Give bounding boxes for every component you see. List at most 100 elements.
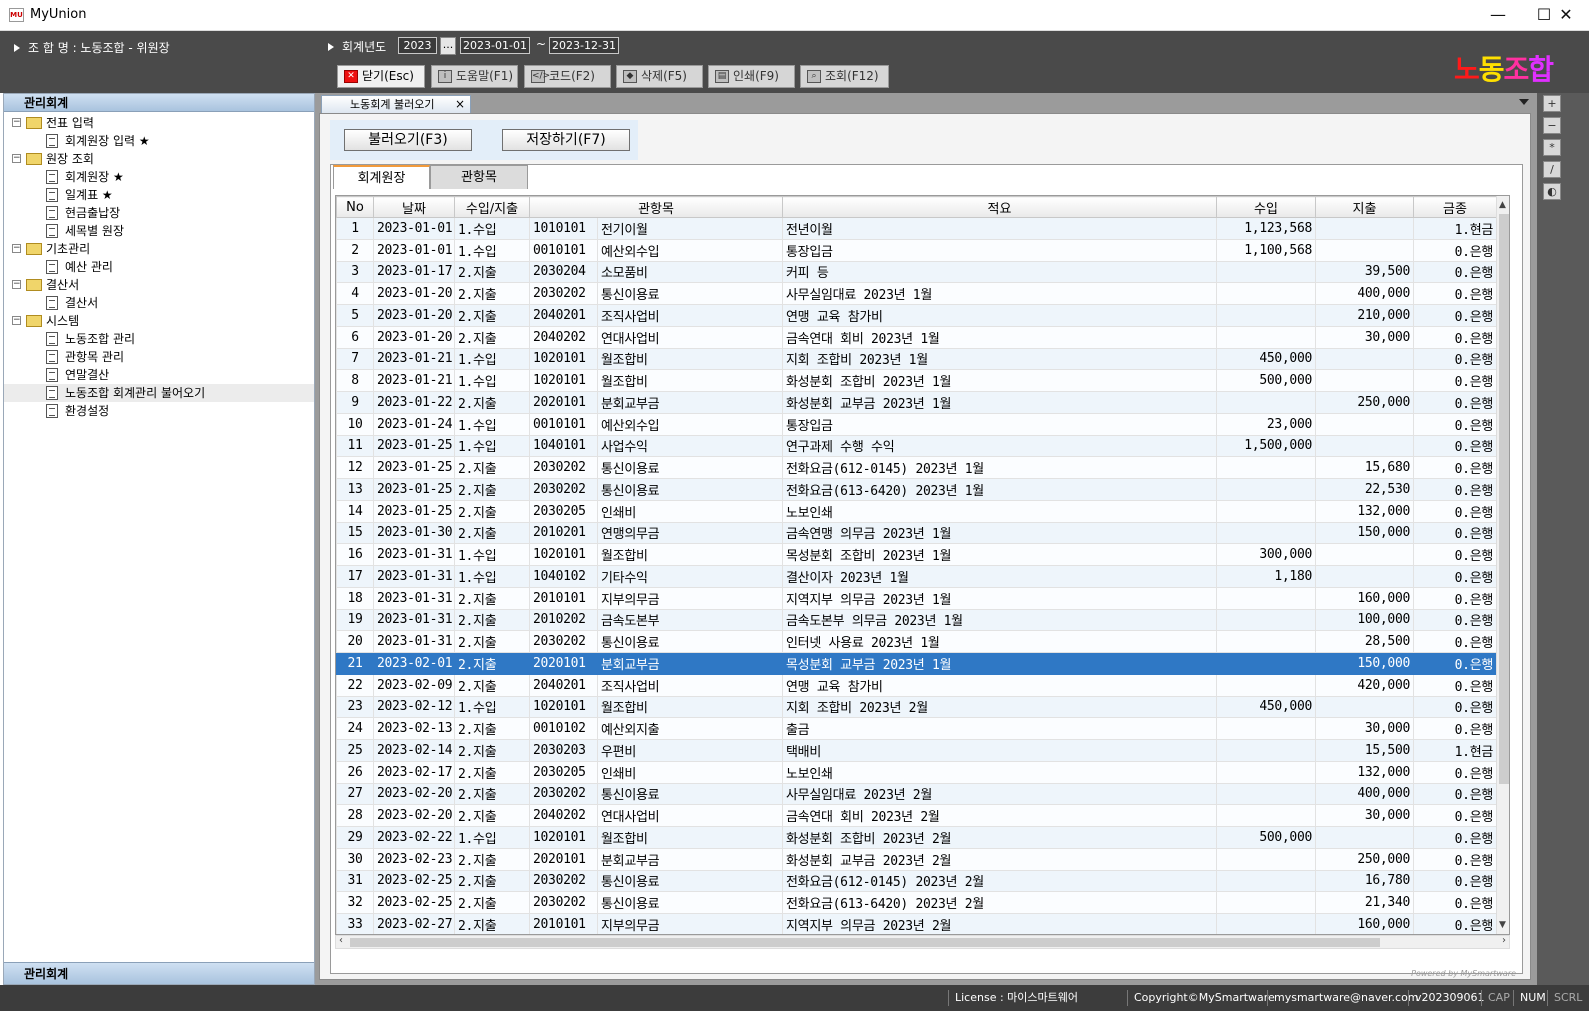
table-row[interactable]: 20 2023-01-31 2.지출 2030202 통신이용료 인터넷 사용료 2023… bbox=[336, 630, 1498, 653]
cell-income[interactable] bbox=[1216, 391, 1317, 414]
cell-type[interactable]: 2.지출 bbox=[454, 847, 530, 871]
cell-no[interactable]: 7 bbox=[336, 347, 374, 371]
cell-account-name[interactable]: 예산외수입 bbox=[596, 238, 784, 262]
cell-expense[interactable]: 132,000 bbox=[1315, 499, 1415, 523]
cell-fund[interactable]: 0.은행 bbox=[1413, 260, 1498, 284]
cell-type[interactable]: 2.지출 bbox=[454, 869, 530, 893]
collapse-icon[interactable]: − bbox=[12, 118, 21, 127]
cell-memo[interactable]: 연맹 교육 참가비 bbox=[782, 304, 1218, 327]
cell-type[interactable]: 2.지출 bbox=[454, 521, 530, 545]
cell-account-code[interactable]: 1020101 bbox=[529, 347, 598, 371]
tree-item[interactable]: 연말결산 bbox=[4, 366, 314, 384]
cell-date[interactable]: 2023-01-21 bbox=[373, 369, 455, 392]
contrast-button[interactable]: ◐ bbox=[1543, 183, 1561, 200]
cell-date[interactable]: 2023-02-20 bbox=[373, 782, 455, 806]
cell-memo[interactable]: 전화요금(613-6420) 2023년 1월 bbox=[782, 478, 1218, 501]
cell-account-code[interactable]: 0010101 bbox=[529, 238, 598, 262]
cell-income[interactable] bbox=[1216, 304, 1317, 327]
cell-memo[interactable]: 전화요금(612-0145) 2023년 2월 bbox=[782, 869, 1218, 893]
cell-expense[interactable] bbox=[1315, 217, 1415, 240]
cell-fund[interactable]: 0.은행 bbox=[1413, 347, 1498, 371]
table-row[interactable]: 13 2023-01-25 2.지출 2030202 통신이용료 전화요금(613-642… bbox=[336, 478, 1498, 501]
cell-account-name[interactable]: 금속도본부 bbox=[596, 608, 784, 632]
cell-fund[interactable]: 0.은행 bbox=[1413, 282, 1498, 305]
cell-income[interactable] bbox=[1216, 760, 1317, 784]
cell-account-name[interactable]: 월조합비 bbox=[596, 347, 784, 371]
cell-account-code[interactable]: 2040202 bbox=[529, 325, 598, 349]
cell-account-code[interactable]: 2020101 bbox=[529, 652, 598, 675]
tree-item[interactable]: 환경설정 bbox=[4, 402, 314, 420]
cell-income[interactable] bbox=[1216, 717, 1317, 740]
collapse-icon[interactable]: − bbox=[12, 244, 21, 253]
cell-fund[interactable]: 0.은행 bbox=[1413, 521, 1498, 545]
cell-income[interactable] bbox=[1216, 586, 1317, 610]
cell-date[interactable]: 2023-01-25 bbox=[373, 456, 455, 479]
table-row[interactable]: 24 2023-02-13 2.지출 0010102 예산외지출 출금 30,000 0.은행 bbox=[336, 717, 1498, 740]
cell-no[interactable]: 25 bbox=[336, 739, 374, 762]
cell-fund[interactable]: 0.은행 bbox=[1413, 717, 1498, 740]
cell-income[interactable] bbox=[1216, 260, 1317, 284]
cell-expense[interactable] bbox=[1315, 238, 1415, 262]
cell-memo[interactable]: 화성분회 교부금 2023년 2월 bbox=[782, 847, 1218, 871]
cell-account-code[interactable]: 2030204 bbox=[529, 260, 598, 284]
cell-account-code[interactable]: 1020101 bbox=[529, 826, 598, 849]
cell-expense[interactable] bbox=[1315, 695, 1415, 719]
cell-income[interactable] bbox=[1216, 325, 1317, 349]
cell-type[interactable]: 2.지출 bbox=[454, 891, 530, 914]
cell-type[interactable]: 2.지출 bbox=[454, 282, 530, 305]
cell-income[interactable]: 500,000 bbox=[1216, 369, 1317, 392]
help-button[interactable]: i 도움말(F1) bbox=[431, 65, 518, 88]
cell-account-name[interactable]: 우편비 bbox=[596, 739, 784, 762]
cell-date[interactable]: 2023-02-17 bbox=[373, 760, 455, 784]
tree-item[interactable]: 노동조합 회계관리 불어오기 bbox=[4, 384, 314, 402]
cell-fund[interactable]: 0.은행 bbox=[1413, 869, 1498, 893]
cell-account-name[interactable]: 분회교부금 bbox=[596, 391, 784, 414]
cell-memo[interactable]: 화성분회 조합비 2023년 2월 bbox=[782, 826, 1218, 849]
scroll-up-icon[interactable]: ▲ bbox=[1499, 200, 1506, 210]
cell-expense[interactable]: 160,000 bbox=[1315, 586, 1415, 610]
cell-date[interactable]: 2023-02-20 bbox=[373, 804, 455, 827]
cell-account-name[interactable]: 통신이용료 bbox=[596, 282, 784, 305]
cell-account-name[interactable]: 기타수익 bbox=[596, 565, 784, 588]
cell-no[interactable]: 32 bbox=[336, 891, 374, 914]
cell-no[interactable]: 31 bbox=[336, 869, 374, 893]
col-header-no[interactable]: No bbox=[336, 196, 374, 218]
cell-memo[interactable]: 지회 조합비 2023년 1월 bbox=[782, 347, 1218, 371]
cell-memo[interactable]: 지회 조합비 2023년 2월 bbox=[782, 695, 1218, 719]
cell-account-name[interactable]: 통신이용료 bbox=[596, 891, 784, 914]
cell-account-name[interactable]: 분회교부금 bbox=[596, 652, 784, 675]
cell-type[interactable]: 1.수입 bbox=[454, 565, 530, 588]
collapse-icon[interactable]: − bbox=[12, 154, 21, 163]
collapse-icon[interactable]: − bbox=[12, 280, 21, 289]
cell-type[interactable]: 2.지출 bbox=[454, 304, 530, 327]
cell-date[interactable]: 2023-01-31 bbox=[373, 630, 455, 653]
cell-memo[interactable]: 노보인쇄 bbox=[782, 760, 1218, 784]
cell-account-code[interactable]: 2020101 bbox=[529, 847, 598, 871]
cell-memo[interactable]: 지역지부 의무금 2023년 2월 bbox=[782, 913, 1218, 934]
cell-income[interactable] bbox=[1216, 456, 1317, 479]
table-row[interactable]: 5 2023-01-20 2.지출 2040201 조직사업비 연맹 교육 참가비 210,… bbox=[336, 304, 1498, 327]
cell-date[interactable]: 2023-01-31 bbox=[373, 565, 455, 588]
cell-account-code[interactable]: 2010202 bbox=[529, 608, 598, 632]
cell-income[interactable] bbox=[1216, 478, 1317, 501]
cell-memo[interactable]: 전화요금(612-0145) 2023년 1월 bbox=[782, 456, 1218, 479]
cell-account-code[interactable]: 2030202 bbox=[529, 891, 598, 914]
cell-fund[interactable]: 0.은행 bbox=[1413, 804, 1498, 827]
cell-type[interactable]: 2.지출 bbox=[454, 717, 530, 740]
cell-expense[interactable]: 100,000 bbox=[1315, 608, 1415, 632]
table-row[interactable]: 11 2023-01-25 1.수입 1040101 사업수익 연구과제 수행 수익 1,5… bbox=[336, 434, 1498, 458]
tree-folder[interactable]: − 원장 조회 bbox=[4, 150, 314, 168]
cell-income[interactable] bbox=[1216, 630, 1317, 653]
cell-type[interactable]: 1.수입 bbox=[454, 434, 530, 458]
cell-fund[interactable]: 0.은행 bbox=[1413, 478, 1498, 501]
zoom-in-button[interactable]: + bbox=[1543, 95, 1561, 112]
cell-account-code[interactable]: 2010101 bbox=[529, 586, 598, 610]
cell-expense[interactable]: 150,000 bbox=[1315, 652, 1415, 675]
cell-expense[interactable] bbox=[1315, 347, 1415, 371]
cell-no[interactable]: 17 bbox=[336, 565, 374, 588]
cell-income[interactable] bbox=[1216, 804, 1317, 827]
cell-no[interactable]: 1 bbox=[336, 217, 374, 240]
cell-fund[interactable]: 0.은행 bbox=[1413, 412, 1498, 436]
year-picker-button[interactable]: ... bbox=[440, 37, 456, 55]
cell-date[interactable]: 2023-01-17 bbox=[373, 260, 455, 284]
